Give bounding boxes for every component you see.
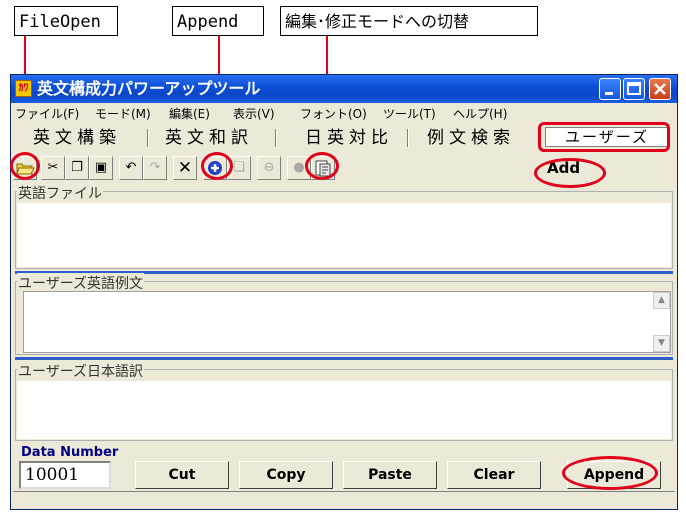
redo-icon: ↷ bbox=[149, 160, 161, 175]
data-number-field[interactable]: 10001 bbox=[19, 461, 111, 489]
cut-action-button[interactable]: Cut bbox=[135, 461, 229, 489]
maximize-icon bbox=[627, 82, 641, 95]
delete-button[interactable]: ✕ bbox=[173, 156, 197, 180]
users-english-label: ユーザーズ英語例文 bbox=[17, 273, 145, 293]
window-title: 英文構成力パワーアップツール bbox=[37, 79, 261, 98]
minimize-icon bbox=[605, 92, 613, 95]
cut-icon: ✂ bbox=[47, 160, 59, 175]
menu-help[interactable]: ヘルプ(H) bbox=[453, 107, 507, 121]
paste-action-button[interactable]: Paste bbox=[343, 461, 437, 489]
paste-button[interactable]: ▣ bbox=[89, 156, 113, 180]
highlight-add-label bbox=[534, 158, 606, 188]
tab-separator bbox=[275, 129, 277, 147]
highlight-edit-mode bbox=[305, 152, 339, 180]
scroll-down-button[interactable]: ▼ bbox=[653, 335, 670, 352]
highlight-users-tab bbox=[538, 122, 670, 152]
close-button[interactable] bbox=[649, 78, 671, 100]
tab-compare[interactable]: 日英対比 bbox=[305, 127, 393, 149]
data-number-label: Data Number bbox=[21, 445, 119, 460]
menu-mode[interactable]: モード(M) bbox=[95, 107, 151, 121]
menu-bar: ファイル(F) モード(M) 編集(E) 表示(V) フォント(O) ツール(T… bbox=[11, 104, 677, 124]
highlight-add bbox=[201, 152, 233, 180]
copy-button[interactable]: ❐ bbox=[65, 156, 89, 180]
tab-translate[interactable]: 英文和訳 bbox=[165, 127, 253, 149]
tab-separator bbox=[147, 129, 149, 147]
remove-icon: ⊖ bbox=[263, 160, 275, 175]
scroll-up-button[interactable]: ▲ bbox=[653, 292, 670, 309]
section-divider bbox=[15, 357, 673, 360]
maximize-button[interactable] bbox=[623, 78, 645, 100]
status-bar bbox=[13, 491, 675, 508]
redo-button[interactable]: ↷ bbox=[143, 156, 167, 180]
duplicate-icon: ❏ bbox=[233, 160, 245, 175]
bullet-icon: ● bbox=[293, 160, 305, 175]
minimize-button[interactable] bbox=[599, 78, 621, 100]
tab-search[interactable]: 例文検索 bbox=[427, 127, 515, 149]
menu-file[interactable]: ファイル(F) bbox=[15, 107, 79, 121]
english-file-area[interactable] bbox=[17, 203, 671, 267]
app-icon: ｶﾜ bbox=[15, 80, 32, 97]
paste-icon: ▣ bbox=[94, 160, 108, 175]
callout-append: Append bbox=[172, 6, 264, 36]
cut-button[interactable]: ✂ bbox=[41, 156, 65, 180]
title-bar[interactable]: ｶﾜ 英文構成力パワーアップツール bbox=[11, 75, 677, 103]
close-icon bbox=[654, 83, 666, 95]
highlight-file-open bbox=[10, 152, 40, 180]
undo-icon: ↶ bbox=[125, 160, 137, 175]
menu-edit[interactable]: 編集(E) bbox=[169, 107, 210, 121]
users-japanese-label: ユーザーズ日本語訳 bbox=[17, 361, 145, 381]
callout-fileopen: FileOpen bbox=[14, 6, 118, 36]
callout-mode-switch: 編集･修正モードへの切替 bbox=[280, 6, 538, 36]
menu-font[interactable]: フォント(O) bbox=[300, 107, 367, 121]
menu-view[interactable]: 表示(V) bbox=[233, 107, 275, 121]
highlight-append-button bbox=[562, 456, 658, 490]
remove-button[interactable]: ⊖ bbox=[257, 156, 281, 180]
tab-separator bbox=[407, 129, 409, 147]
users-japanese-area[interactable] bbox=[17, 381, 671, 439]
users-english-textarea[interactable]: ▲ ▼ bbox=[23, 291, 671, 353]
clear-action-button[interactable]: Clear bbox=[447, 461, 541, 489]
undo-button[interactable]: ↶ bbox=[119, 156, 143, 180]
english-file-label: 英語ファイル bbox=[17, 183, 103, 203]
copy-icon: ❐ bbox=[71, 160, 83, 175]
copy-action-button[interactable]: Copy bbox=[239, 461, 333, 489]
menu-tools[interactable]: ツール(T) bbox=[383, 107, 436, 121]
tab-compose[interactable]: 英文構築 bbox=[33, 127, 121, 149]
delete-icon: ✕ bbox=[177, 158, 193, 178]
